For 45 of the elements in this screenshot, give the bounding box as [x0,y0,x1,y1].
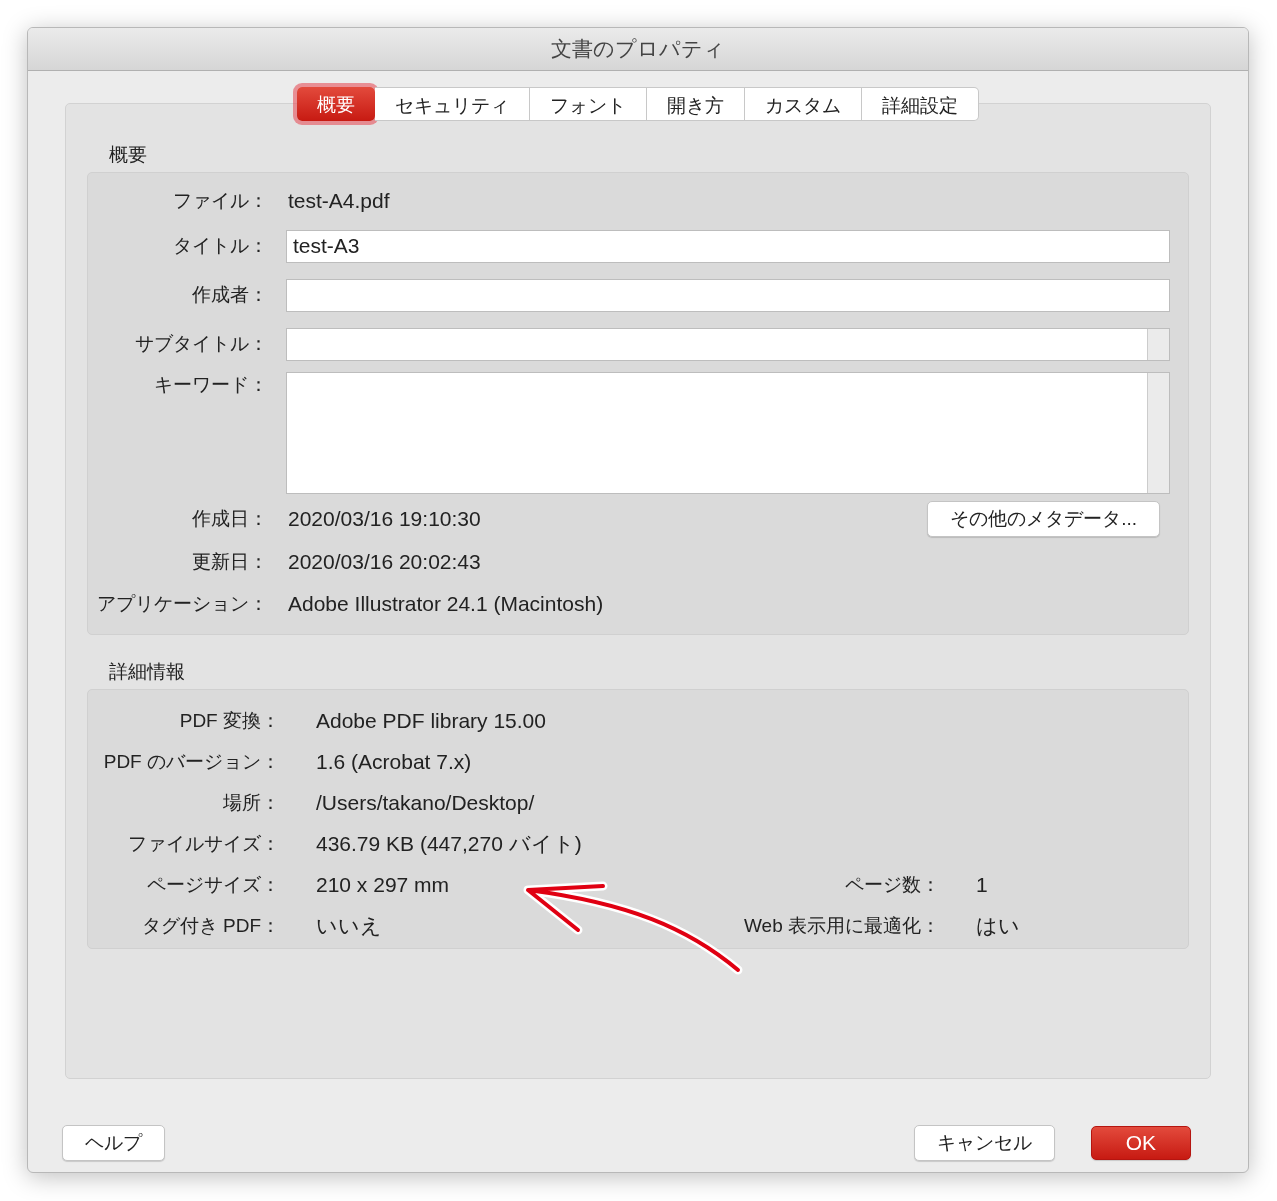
field-label: キーワード： [153,373,269,397]
tab[interactable]: カスタム [745,87,862,121]
field-value: 2020/03/16 19:10:30 [288,507,482,531]
field-value: Adobe PDF library 15.00 [316,708,547,733]
field-value: 1 [976,872,988,897]
field-value: Adobe Illustrator 24.1 (Macintosh) [288,591,605,616]
field-label: タイトル： [172,234,269,258]
ok-button[interactable]: OK [1090,1126,1191,1160]
more-metadata-button[interactable]: その他のメタデータ... [927,501,1160,537]
text-area[interactable] [286,372,1170,494]
tab[interactable]: フォント [530,87,647,121]
field-value: /Users/takano/Desktop/ [316,790,536,815]
field-label: ページ数： [844,872,941,897]
help-button[interactable]: ヘルプ [62,1125,165,1161]
field-label: ファイル： [172,188,269,213]
tab[interactable]: 詳細設定 [862,87,979,121]
tab[interactable]: 開き方 [647,87,745,121]
field-value: 436.79 KB (447,270 バイト) [316,830,583,857]
input-field[interactable] [286,327,1170,361]
field-label: PDF 変換： [178,708,281,733]
field-label: Web 表示用に最適化： [743,913,941,938]
field-label: タグ付き PDF： [140,913,281,938]
cancel-button[interactable]: キャンセル [913,1125,1055,1161]
field-label: 作成者： [191,283,269,307]
field-value: 210 x 297 mm [316,872,451,897]
section-heading: 概要 [108,143,148,167]
field-label: 場所： [222,790,281,815]
field-label: 更新日： [191,549,269,574]
field-label: PDF のバージョン： [102,749,281,774]
field-value: 1.6 (Acrobat 7.x) [316,749,473,774]
field-label: ファイルサイズ： [127,831,281,856]
field-label: ページサイズ： [146,872,281,897]
input-field[interactable] [286,278,1170,312]
tab[interactable]: 概要 [297,87,375,121]
field-value: いいえ [316,912,383,939]
field-value: 2020/03/16 20:02:43 [288,549,482,574]
input-field[interactable]: test-A3 [286,229,1170,263]
field-label: サブタイトル： [134,332,269,356]
field-label: アプリケーション： [96,591,269,616]
field-value: test-A4.pdf [288,188,391,213]
field-value: はい [976,912,1020,939]
tab[interactable]: セキュリティ [375,87,530,121]
window-title: 文書のプロパティ [551,36,725,62]
section-heading: 詳細情報 [108,660,186,684]
field-label: 作成日： [191,507,269,531]
